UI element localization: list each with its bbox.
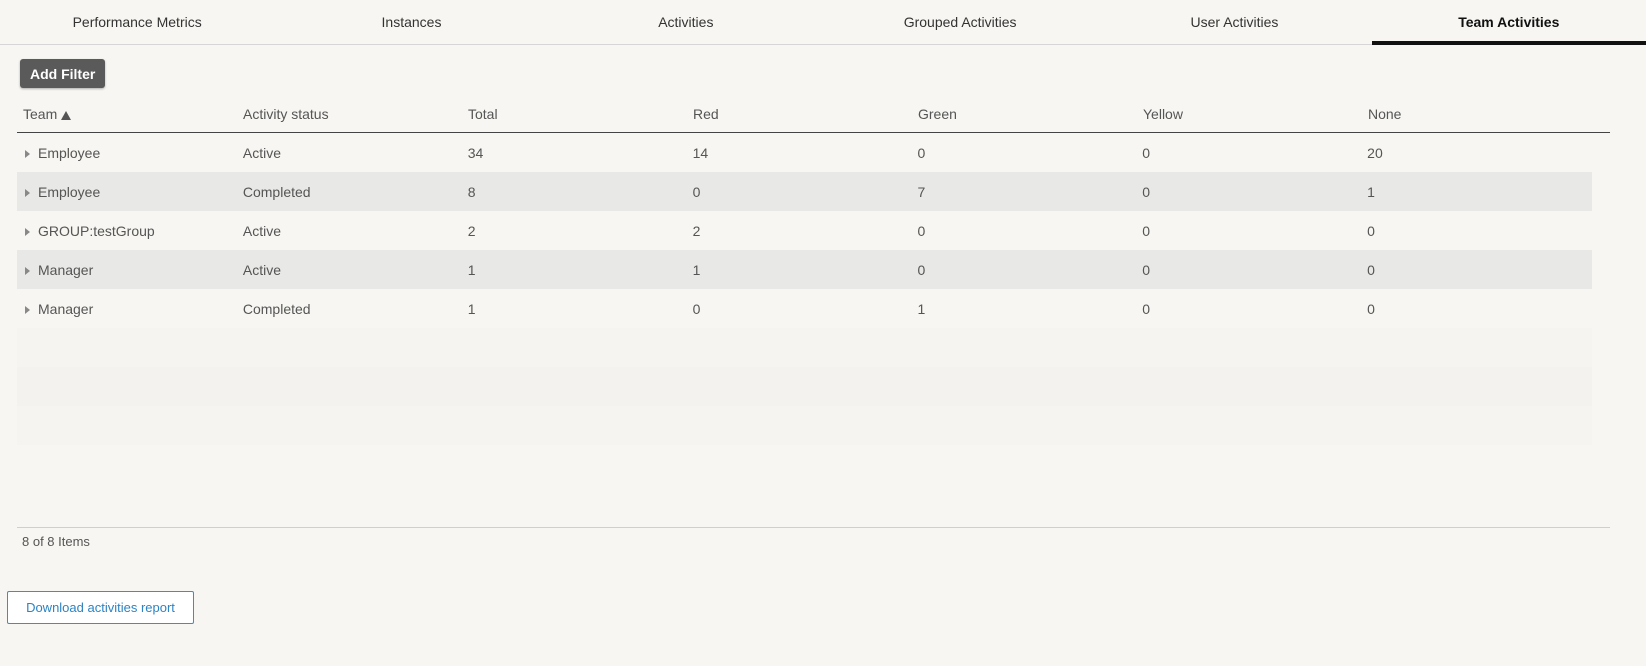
total-cell: 1 <box>467 261 476 278</box>
team-cell: Employee <box>38 183 101 200</box>
expand-caret-icon[interactable] <box>25 227 30 236</box>
column-header-red[interactable]: Red <box>693 106 918 122</box>
expand-caret-icon[interactable] <box>25 305 30 314</box>
status-cell: Completed <box>242 300 311 317</box>
status-cell: Active <box>242 144 281 161</box>
team-cell: Manager <box>38 261 94 278</box>
green-cell: 1 <box>917 300 926 317</box>
table-row[interactable]: Employee Completed 8 0 7 0 1 <box>17 172 1592 211</box>
tab-instances[interactable]: Instances <box>274 0 548 44</box>
none-cell: 1 <box>1367 183 1375 200</box>
table-body: Employee Active 34 14 0 0 20 Employee Co… <box>17 133 1592 445</box>
team-activities-table: Team Activity status Total Red Green Yel… <box>17 96 1610 445</box>
status-cell: Completed <box>242 183 311 200</box>
tab-user-activities[interactable]: User Activities <box>1097 0 1371 44</box>
none-cell: 0 <box>1367 261 1375 278</box>
tab-performance-metrics[interactable]: Performance Metrics <box>0 0 274 44</box>
total-cell: 2 <box>467 222 476 239</box>
yellow-cell: 0 <box>1142 300 1151 317</box>
yellow-cell: 0 <box>1142 261 1151 278</box>
table-row[interactable]: Manager Completed 1 0 1 0 0 <box>17 289 1592 328</box>
tab-bar: Performance Metrics Instances Activities… <box>0 0 1646 45</box>
tab-activities[interactable]: Activities <box>549 0 823 44</box>
column-header-green[interactable]: Green <box>918 106 1143 122</box>
column-header-team[interactable]: Team <box>17 106 243 122</box>
team-cell: Manager <box>38 300 94 317</box>
yellow-cell: 0 <box>1142 144 1151 161</box>
empty-row <box>17 367 1592 406</box>
red-cell: 1 <box>692 261 701 278</box>
expand-caret-icon[interactable] <box>25 188 30 197</box>
column-header-none[interactable]: None <box>1368 106 1593 122</box>
empty-row <box>17 328 1592 367</box>
total-cell: 34 <box>467 144 484 161</box>
empty-row <box>17 406 1592 445</box>
none-cell: 20 <box>1367 144 1383 161</box>
none-cell: 0 <box>1367 300 1375 317</box>
add-filter-button[interactable]: Add Filter <box>20 59 106 88</box>
column-header-label: Team <box>23 106 58 122</box>
green-cell: 7 <box>917 183 926 200</box>
red-cell: 0 <box>692 183 701 200</box>
expand-caret-icon[interactable] <box>25 149 30 158</box>
green-cell: 0 <box>917 261 926 278</box>
item-count: 8 of 8 Items <box>22 534 90 549</box>
total-cell: 1 <box>467 300 476 317</box>
tab-team-activities[interactable]: Team Activities <box>1371 0 1646 45</box>
column-header-yellow[interactable]: Yellow <box>1143 106 1368 122</box>
red-cell: 14 <box>692 144 709 161</box>
none-cell: 0 <box>1367 222 1375 239</box>
red-cell: 0 <box>692 300 701 317</box>
tab-grouped-activities[interactable]: Grouped Activities <box>823 0 1097 44</box>
table-row[interactable]: GROUP:testGroup Active 2 2 0 0 0 <box>17 211 1592 250</box>
expand-caret-icon[interactable] <box>25 266 30 275</box>
green-cell: 0 <box>917 222 926 239</box>
yellow-cell: 0 <box>1142 222 1151 239</box>
status-cell: Active <box>242 261 281 278</box>
sort-ascending-icon <box>61 111 72 120</box>
yellow-cell: 0 <box>1142 183 1151 200</box>
total-cell: 8 <box>467 183 476 200</box>
red-cell: 2 <box>692 222 701 239</box>
download-activities-report-button[interactable]: Download activities report <box>7 591 194 624</box>
team-cell: Employee <box>38 144 101 161</box>
green-cell: 0 <box>917 144 926 161</box>
status-cell: Active <box>242 222 281 239</box>
column-header-total[interactable]: Total <box>468 106 693 122</box>
column-header-activity-status[interactable]: Activity status <box>243 106 468 122</box>
table-row[interactable]: Employee Active 34 14 0 0 20 <box>17 133 1592 172</box>
table-row[interactable]: Manager Active 1 1 0 0 0 <box>17 250 1592 289</box>
table-footer-divider <box>17 527 1610 528</box>
table-header: Team Activity status Total Red Green Yel… <box>17 96 1610 133</box>
team-cell: GROUP:testGroup <box>38 222 155 239</box>
